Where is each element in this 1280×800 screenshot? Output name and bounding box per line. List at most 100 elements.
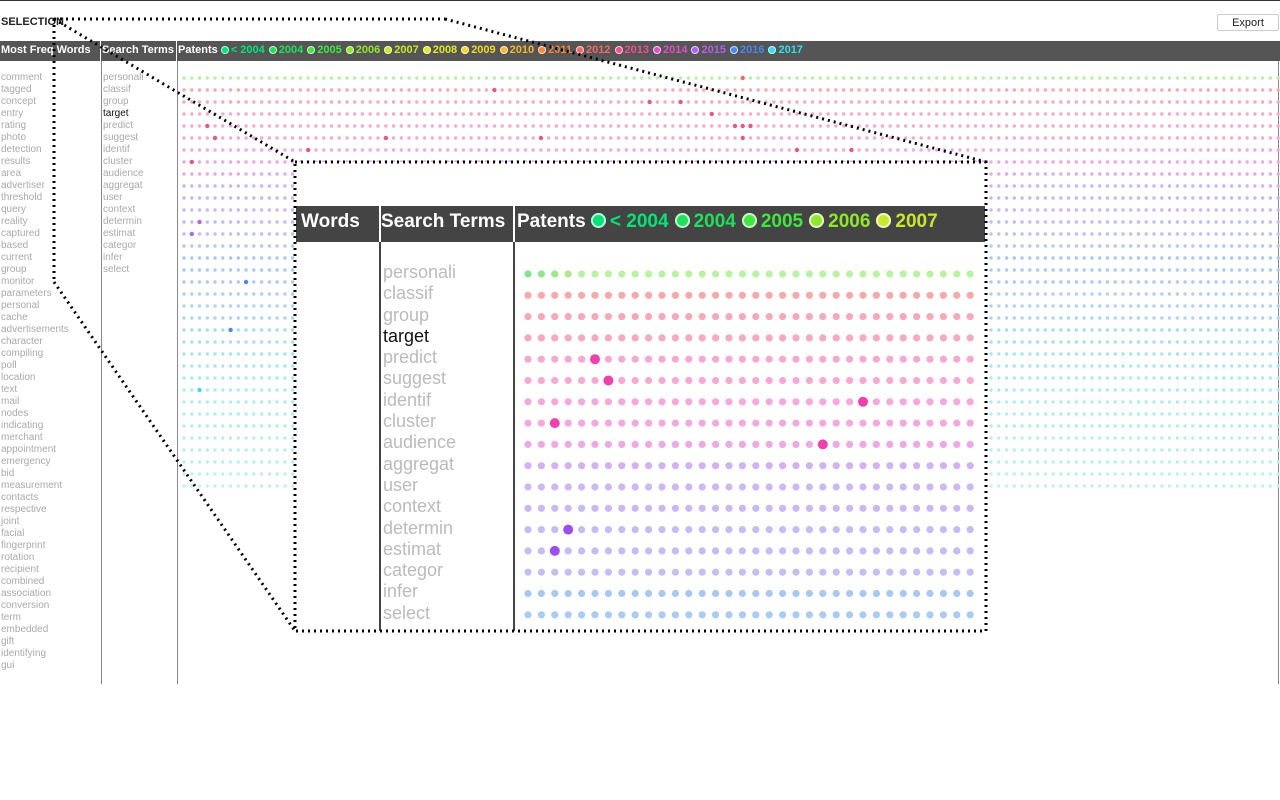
patent-dot[interactable] — [283, 112, 287, 116]
patent-dot[interactable] — [1090, 256, 1094, 260]
patent-dot[interactable] — [275, 280, 279, 284]
patent-dot[interactable] — [1167, 124, 1172, 128]
patent-dot[interactable] — [585, 100, 590, 104]
patent-dot[interactable] — [1253, 208, 1257, 212]
patent-dot[interactable] — [1222, 388, 1226, 392]
patent-dot[interactable] — [989, 232, 993, 236]
patent-dot[interactable] — [1004, 244, 1009, 248]
patent-dot[interactable] — [1074, 172, 1079, 176]
patent-dot[interactable] — [1113, 232, 1117, 236]
patent-dot[interactable] — [221, 100, 225, 104]
patent-dot[interactable] — [1004, 304, 1009, 308]
patent-dot[interactable] — [197, 148, 202, 152]
patent-dot[interactable] — [1105, 220, 1110, 224]
patent-dot[interactable] — [500, 88, 504, 92]
patent-dot[interactable] — [221, 316, 225, 320]
patent-dot[interactable] — [1051, 76, 1055, 80]
patent-dot[interactable] — [430, 124, 434, 128]
patent-dot[interactable] — [1260, 100, 1265, 104]
patent-dot[interactable] — [570, 88, 574, 92]
patent-dot[interactable] — [1253, 280, 1257, 284]
patent-dot[interactable] — [1183, 184, 1187, 188]
patent-dot[interactable] — [1113, 448, 1117, 452]
patent-dot[interactable] — [1105, 100, 1110, 104]
patent-dot[interactable] — [1268, 352, 1273, 356]
patent-dot[interactable] — [1237, 256, 1242, 260]
patent-dot[interactable] — [911, 112, 916, 116]
patent-dot[interactable] — [989, 208, 993, 212]
patent-dot[interactable] — [989, 148, 993, 152]
patent-dot[interactable] — [1191, 412, 1195, 416]
patent-dot[interactable] — [663, 100, 667, 104]
patent-dot[interactable] — [1167, 352, 1172, 356]
patent-dot[interactable] — [353, 124, 357, 128]
patent-dot[interactable] — [1043, 340, 1048, 344]
patent-dot[interactable] — [1245, 88, 1249, 92]
patent-dot[interactable] — [1105, 388, 1110, 392]
patent-dot[interactable] — [1276, 136, 1280, 140]
patent-dot[interactable] — [1214, 160, 1218, 164]
patent-dot[interactable] — [725, 88, 729, 92]
patent-dot[interactable] — [228, 292, 233, 296]
patent-dot[interactable] — [1206, 268, 1211, 272]
patent-dot[interactable] — [1198, 292, 1203, 296]
patent-dot[interactable] — [1253, 388, 1257, 392]
patent-dot[interactable] — [1222, 280, 1226, 284]
patent-dot[interactable] — [1129, 340, 1133, 344]
patent-dot[interactable] — [236, 400, 240, 404]
patent-dot[interactable] — [958, 136, 962, 140]
patent-dot[interactable] — [663, 148, 667, 152]
patent-dot[interactable] — [1051, 388, 1055, 392]
patent-dot[interactable] — [205, 268, 209, 272]
patent-dot[interactable] — [1198, 148, 1203, 152]
patent-dot[interactable] — [1082, 208, 1086, 212]
patent-dot[interactable] — [1160, 364, 1164, 368]
patent-dot[interactable] — [1214, 304, 1218, 308]
patent-dot[interactable] — [1268, 460, 1273, 464]
patent-dot[interactable] — [1253, 448, 1257, 452]
patent-dot[interactable] — [438, 136, 442, 140]
patent-dot[interactable] — [888, 148, 892, 152]
patent-dot[interactable] — [1121, 196, 1125, 200]
patent-dot[interactable] — [1191, 436, 1195, 440]
patent-dot[interactable] — [523, 112, 528, 116]
patent-dot[interactable] — [1035, 208, 1040, 212]
patent-dot[interactable] — [508, 100, 512, 104]
patent-dot[interactable] — [221, 244, 225, 248]
patent-dot[interactable] — [1105, 196, 1110, 200]
patent-dot[interactable] — [213, 448, 217, 452]
patent-dot[interactable] — [484, 112, 489, 116]
patent-dot[interactable] — [205, 280, 209, 284]
patent-dot[interactable] — [810, 112, 815, 116]
patent-dot[interactable] — [1129, 160, 1133, 164]
patent-dot[interactable] — [562, 88, 566, 92]
patent-dot[interactable] — [1198, 472, 1203, 476]
patent-dot[interactable] — [290, 100, 295, 104]
patent-dot[interactable] — [1020, 448, 1024, 452]
patent-dot[interactable] — [1144, 352, 1148, 356]
patent-dot[interactable] — [190, 376, 194, 380]
patent-dot[interactable] — [290, 268, 295, 272]
patent-dot[interactable] — [717, 76, 722, 80]
patent-dot[interactable] — [1206, 136, 1211, 140]
patent-dot[interactable] — [981, 76, 985, 80]
patent-dot[interactable] — [376, 124, 380, 128]
patent-dot[interactable] — [190, 352, 194, 356]
patent-dot[interactable] — [1004, 376, 1009, 380]
patent-dot[interactable] — [221, 388, 225, 392]
patent-dot[interactable] — [733, 148, 737, 152]
patent-dot[interactable] — [1074, 220, 1079, 224]
patent-dot[interactable] — [1090, 280, 1094, 284]
patent-dot[interactable] — [1121, 352, 1125, 356]
patent-dot[interactable] — [1121, 424, 1125, 428]
patent-dot[interactable] — [500, 112, 504, 116]
patent-dot[interactable] — [1051, 112, 1055, 116]
patent-dot[interactable] — [275, 124, 279, 128]
patent-dot[interactable] — [523, 76, 528, 80]
patent-dot[interactable] — [1113, 148, 1117, 152]
patent-dot[interactable] — [616, 76, 621, 80]
patent-dot[interactable] — [1136, 136, 1141, 140]
patent-dot[interactable] — [578, 112, 582, 116]
patent-dot[interactable] — [1229, 292, 1234, 296]
patent-dot[interactable] — [865, 100, 869, 104]
